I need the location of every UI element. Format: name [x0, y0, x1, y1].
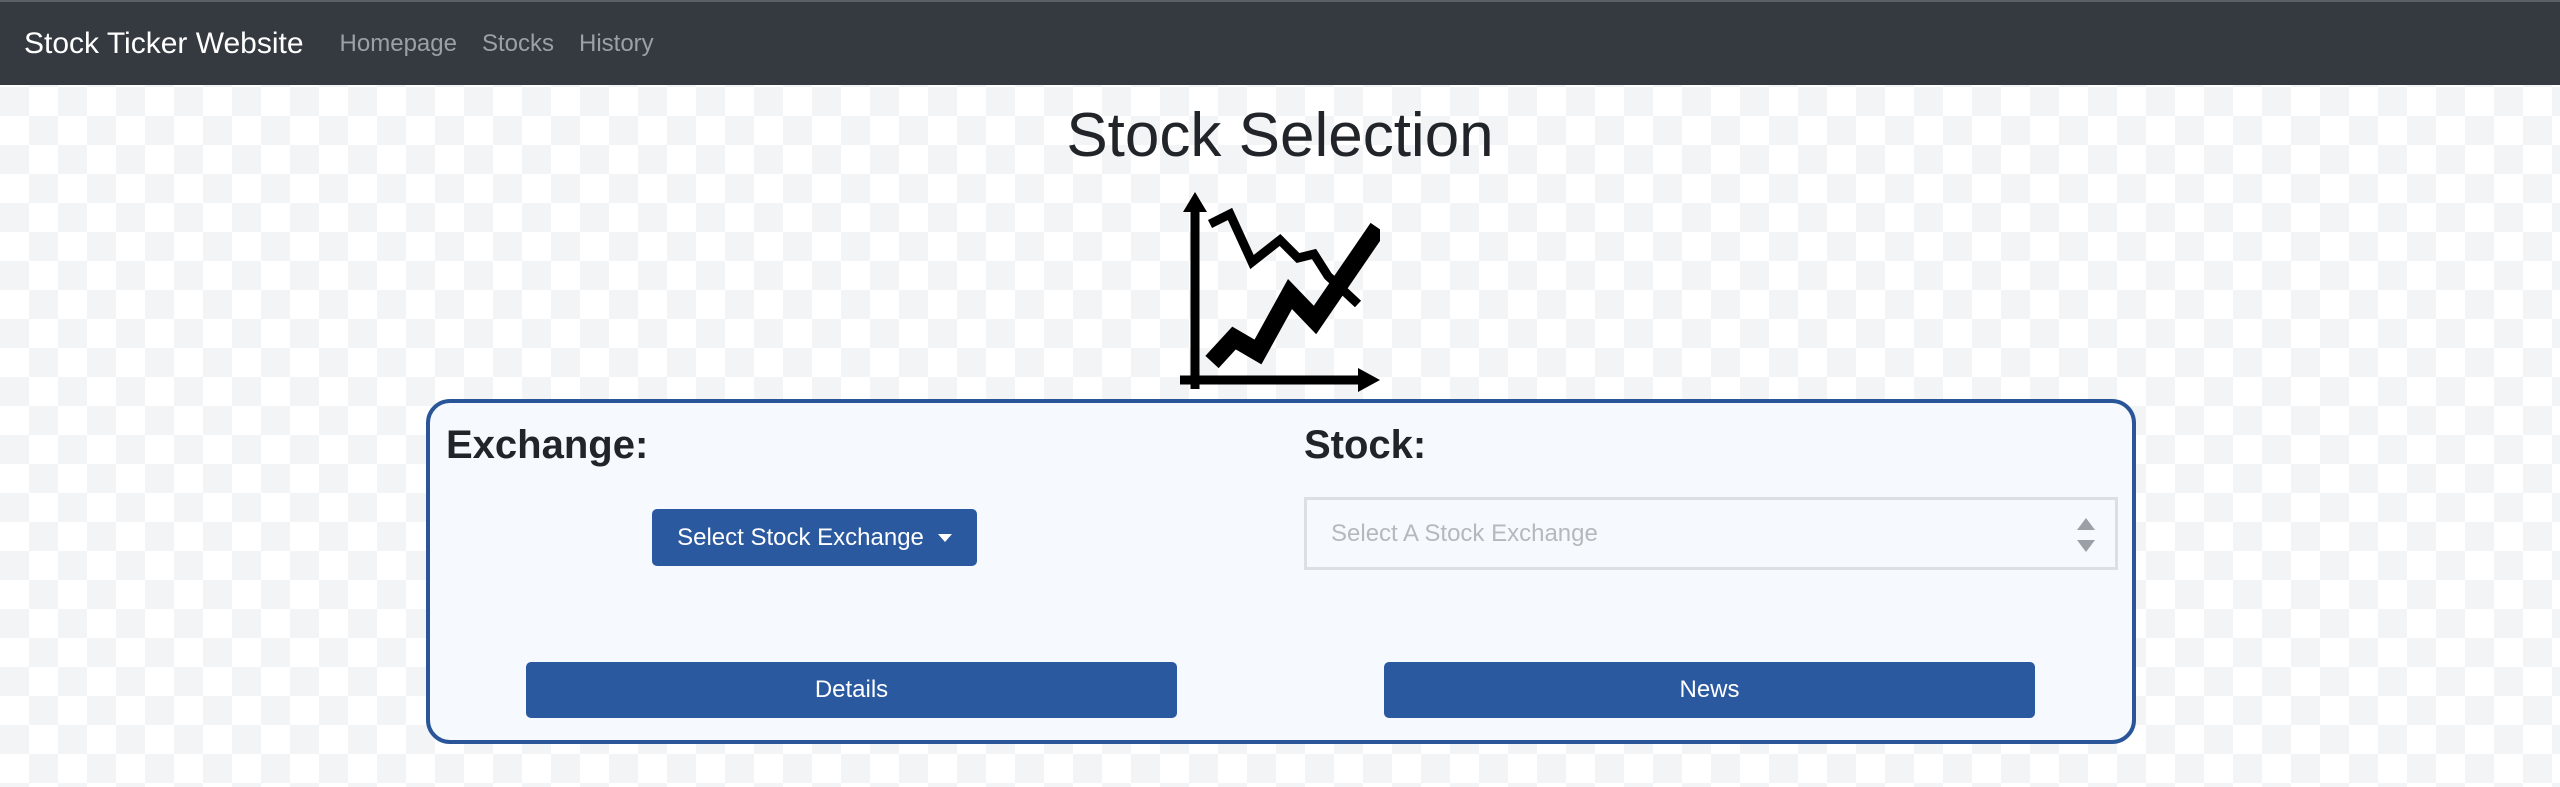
- stock-chart-icon: [1180, 192, 1380, 392]
- news-button[interactable]: News: [1384, 662, 2035, 718]
- selection-panel: Exchange: Select Stock Exchange Stock: S…: [426, 399, 2136, 744]
- nav-link-history[interactable]: History: [579, 30, 654, 58]
- nav-link-homepage[interactable]: Homepage: [340, 30, 457, 58]
- stock-label: Stock:: [1304, 423, 1427, 467]
- select-exchange-label: Select Stock Exchange: [677, 523, 924, 551]
- select-arrows-icon: [2077, 518, 2095, 552]
- page-title: Stock Selection: [1066, 101, 1494, 170]
- stock-select-placeholder: Select A Stock Exchange: [1331, 519, 1598, 547]
- nav-link-stocks[interactable]: Stocks: [482, 30, 554, 58]
- stock-select[interactable]: Select A Stock Exchange: [1304, 497, 2118, 570]
- exchange-label: Exchange:: [446, 423, 649, 467]
- select-exchange-dropdown[interactable]: Select Stock Exchange: [652, 509, 977, 566]
- caret-down-icon: [937, 533, 952, 542]
- top-navbar: Stock Ticker Website Homepage Stocks His…: [0, 0, 2560, 85]
- details-button[interactable]: Details: [526, 662, 1177, 718]
- brand-link[interactable]: Stock Ticker Website: [24, 27, 304, 61]
